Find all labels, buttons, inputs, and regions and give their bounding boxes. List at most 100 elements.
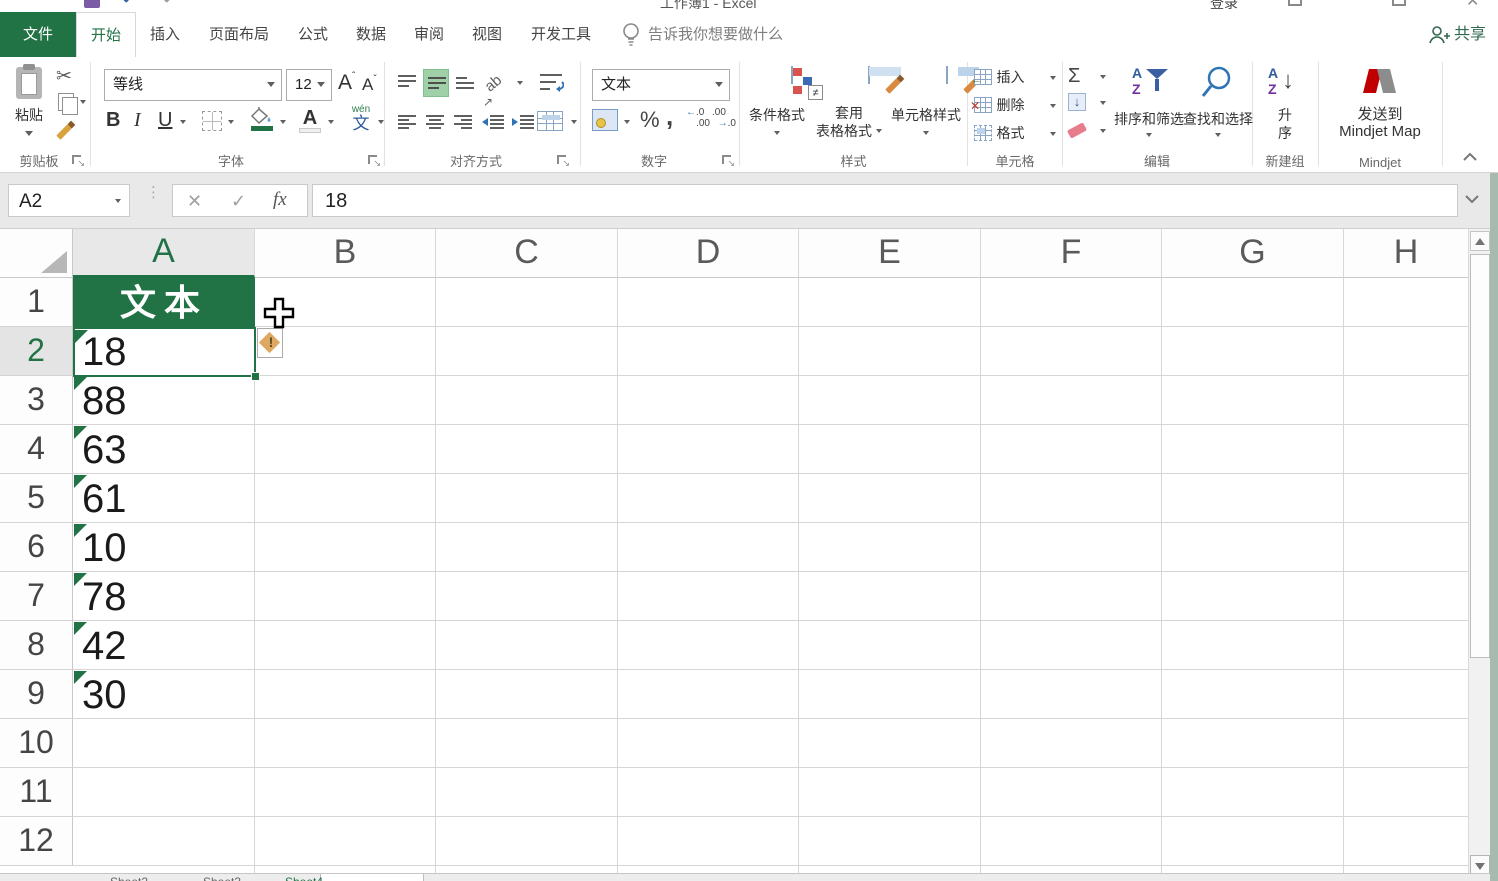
phonetic-guide-button[interactable]: wén 文	[348, 105, 374, 137]
row-header-11[interactable]: 11	[0, 768, 73, 817]
tab-file[interactable]: 文件	[0, 12, 76, 57]
cell-styles-dropdown-icon[interactable]	[923, 131, 929, 138]
send-to-mindjet-button[interactable]: 发送到 Mindjet Map	[1322, 65, 1438, 155]
font-size-dropdown-icon[interactable]	[317, 82, 325, 91]
grow-font-button[interactable]: Aˆ	[338, 71, 355, 95]
sort-filter-dropdown-icon[interactable]	[1146, 133, 1152, 140]
cell-A2[interactable]: 18	[73, 327, 255, 376]
merge-dropdown-icon[interactable]	[571, 120, 577, 127]
font-dialog-launcher-icon[interactable]	[368, 155, 381, 169]
sign-in-label[interactable]: 登录	[1210, 0, 1238, 12]
conditional-formatting-button[interactable]: ≠ 条件格式	[746, 65, 823, 155]
close-icon[interactable]: ✕	[1466, 0, 1479, 11]
tab-review[interactable]: 审阅	[404, 12, 454, 57]
row-header-4[interactable]: 4	[0, 425, 73, 474]
tab-page-layout[interactable]: 页面布局	[198, 12, 280, 57]
collapse-ribbon-icon[interactable]	[1462, 149, 1482, 165]
clipboard-dialog-launcher-icon[interactable]	[72, 155, 85, 169]
scrollbar-thumb[interactable]	[1470, 254, 1490, 658]
fill-color-dropdown-icon[interactable]	[280, 120, 286, 127]
cell-A5[interactable]: 61	[73, 474, 255, 523]
delete-cells-button[interactable]: ✕ 删除	[970, 95, 1058, 119]
column-header-E[interactable]: E	[799, 229, 981, 278]
phonetic-dropdown-icon[interactable]	[378, 120, 384, 127]
row-header-12[interactable]: 12	[0, 817, 73, 866]
sheet-tab[interactable]: Sheet3	[203, 875, 241, 881]
formula-bar-expand-icon[interactable]	[1464, 191, 1480, 209]
align-center-button[interactable]	[423, 111, 447, 135]
clear-dropdown-icon[interactable]	[1100, 129, 1106, 136]
font-name-dropdown-icon[interactable]	[267, 82, 275, 91]
number-format-dropdown-icon[interactable]	[715, 82, 723, 91]
column-header-G[interactable]: G	[1162, 229, 1344, 278]
row-header-9[interactable]: 9	[0, 670, 73, 719]
font-name-combo[interactable]: 等线	[104, 69, 282, 101]
accounting-format-button[interactable]	[592, 109, 618, 131]
cell-A6[interactable]: 10	[73, 523, 255, 572]
sheet-tab[interactable]: Sheet2	[110, 875, 148, 881]
insert-function-icon[interactable]: fx	[273, 189, 287, 211]
accounting-dropdown-icon[interactable]	[624, 120, 630, 127]
align-left-button[interactable]	[395, 111, 419, 135]
minimize-icon[interactable]	[1288, 0, 1302, 6]
decrease-decimal-button[interactable]: .00 →.0	[712, 107, 736, 135]
comma-style-button[interactable]: ,	[666, 101, 673, 132]
copy-button[interactable]	[58, 93, 78, 115]
insert-cells-dropdown-icon[interactable]	[1050, 76, 1056, 83]
format-cells-button[interactable]: 格式	[974, 123, 1058, 147]
name-box[interactable]: A2	[8, 184, 130, 217]
row-header-7[interactable]: 7	[0, 572, 73, 621]
paste-dropdown-icon[interactable]	[25, 131, 33, 140]
number-dialog-launcher-icon[interactable]	[722, 155, 735, 169]
font-color-dropdown-icon[interactable]	[328, 120, 334, 127]
active-sheet-tab[interactable]	[320, 874, 424, 881]
insert-cells-button[interactable]: ← 插入	[971, 67, 1058, 91]
align-bottom-button[interactable]	[453, 71, 477, 95]
align-right-button[interactable]	[451, 111, 475, 135]
font-size-combo[interactable]: 12	[286, 69, 332, 101]
sort-ascending-button[interactable]: A Z ↓ 升 序	[1256, 65, 1314, 155]
row-header-1[interactable]: 1	[0, 278, 73, 327]
merge-center-button[interactable]	[537, 111, 567, 135]
tab-home[interactable]: 开始	[76, 12, 136, 57]
error-checking-button[interactable]: !	[257, 328, 283, 358]
orientation-dropdown-icon[interactable]	[517, 81, 523, 88]
cell-styles-button[interactable]: 单元格样式	[888, 65, 979, 155]
column-header-D[interactable]: D	[618, 229, 799, 278]
fill-handle[interactable]	[251, 372, 260, 381]
font-color-button[interactable]: A	[298, 107, 322, 135]
autosum-button[interactable]: Σ	[1068, 65, 1108, 89]
cell-A8[interactable]: 42	[73, 621, 255, 670]
copy-dropdown-icon[interactable]	[80, 100, 86, 107]
column-header-F[interactable]: F	[981, 229, 1162, 278]
cell-A7[interactable]: 78	[73, 572, 255, 621]
row-header-10[interactable]: 10	[0, 719, 73, 768]
cell-A9[interactable]: 30	[73, 670, 255, 719]
row-header-5[interactable]: 5	[0, 474, 73, 523]
format-cells-dropdown-icon[interactable]	[1050, 132, 1056, 139]
sheet-tab[interactable]: Sheet4	[285, 875, 323, 881]
borders-button[interactable]	[202, 111, 222, 131]
borders-dropdown-icon[interactable]	[228, 120, 234, 127]
cell-A4[interactable]: 63	[73, 425, 255, 474]
column-header-A[interactable]: A	[73, 229, 255, 278]
align-top-button[interactable]	[395, 71, 419, 95]
name-box-splitter[interactable]: ⋮	[146, 185, 161, 213]
formula-input[interactable]: 18	[312, 184, 1458, 217]
tab-formulas[interactable]: 公式	[288, 12, 338, 57]
tab-developer[interactable]: 开发工具	[520, 12, 602, 57]
wrap-text-button[interactable]	[537, 69, 567, 97]
row-header-3[interactable]: 3	[0, 376, 73, 425]
name-box-dropdown-icon[interactable]	[115, 199, 121, 206]
cancel-icon[interactable]: ✕	[187, 191, 202, 212]
row-header-6[interactable]: 6	[0, 523, 73, 572]
increase-decimal-button[interactable]: ←.0 .00	[686, 107, 710, 135]
decrease-indent-button[interactable]	[479, 111, 505, 135]
bold-button[interactable]: B	[106, 109, 120, 132]
format-as-table-dropdown-icon[interactable]	[875, 128, 882, 136]
format-as-table-button[interactable]: 套用 表格格式	[812, 65, 901, 155]
tell-me-box[interactable]: 告诉我你想要做什么	[648, 12, 783, 57]
cells-area[interactable]	[73, 278, 1468, 873]
number-format-combo[interactable]: 文本	[592, 69, 730, 101]
conditional-formatting-dropdown-icon[interactable]	[774, 131, 780, 138]
